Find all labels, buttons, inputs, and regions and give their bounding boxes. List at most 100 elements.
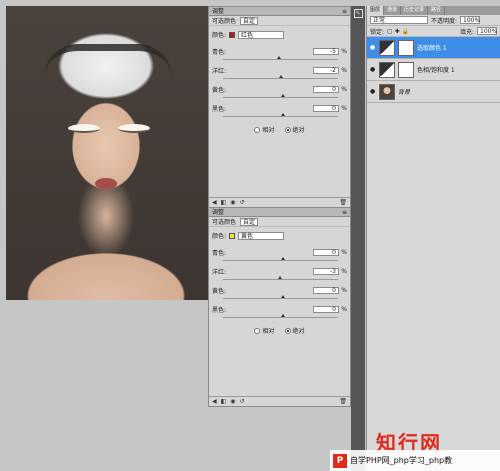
brush-icon[interactable]: ✎ xyxy=(353,9,363,18)
eye-icon[interactable]: ● xyxy=(370,44,376,51)
layer-mask-thumbnail[interactable] xyxy=(398,39,414,56)
slider-knob[interactable] xyxy=(280,314,285,317)
trash-icon[interactable]: 🗑 xyxy=(339,398,347,405)
slider-track[interactable] xyxy=(223,295,338,299)
back-icon[interactable]: ◀ xyxy=(212,199,217,206)
fill-input[interactable]: 100% xyxy=(477,27,497,35)
radio-dot xyxy=(254,327,261,334)
percent-unit: % xyxy=(341,286,347,294)
slider-value-input[interactable]: -2 xyxy=(313,66,339,74)
layer-row[interactable]: ● 色相/饱和度 1 xyxy=(367,59,500,81)
layer-row[interactable]: ● 背景 xyxy=(367,81,500,103)
slider-knob[interactable] xyxy=(280,113,285,116)
eye-icon[interactable]: ● xyxy=(370,88,376,95)
layer-thumbnail[interactable] xyxy=(379,39,395,56)
clip-icon[interactable]: ◧ xyxy=(221,199,227,206)
layers-panel: 图层 通道 历史记录 路径 正常 不透明度: 100% 锁定: ▢ ✚ 🔒 填充: 1… xyxy=(366,6,500,471)
radio-dot xyxy=(284,126,291,133)
slider-group: 青色: 0% 洋红: -3% 黄色: 0% 黑色: 0% xyxy=(209,247,350,318)
slider-value-input[interactable]: -5 xyxy=(313,47,339,55)
visibility-icon[interactable]: ◉ xyxy=(230,199,235,206)
layer-thumbnail[interactable] xyxy=(379,83,395,100)
slider-knob[interactable] xyxy=(280,257,285,260)
watermark-logo: P xyxy=(333,453,347,468)
tab-3[interactable]: 路径 xyxy=(428,6,446,15)
percent-unit: % xyxy=(341,47,347,55)
slider-row: 青色: 0% xyxy=(209,247,350,257)
opacity-input[interactable]: 100% xyxy=(460,16,480,24)
slider-track[interactable] xyxy=(223,56,338,60)
slider-label: 黑色: xyxy=(212,105,227,113)
slider-value-input[interactable]: 0 xyxy=(313,104,339,112)
slider-track[interactable] xyxy=(223,314,338,318)
slider-label: 青色: xyxy=(212,249,227,257)
slider-value-input[interactable]: 0 xyxy=(313,85,339,93)
preset-select[interactable]: 自定 xyxy=(240,217,259,226)
slider-row: 青色: -5% xyxy=(209,46,350,56)
slider-knob[interactable] xyxy=(277,56,282,59)
panel-footer: ◀ ◧ ◉ ↺ 🗑 xyxy=(209,396,350,406)
slider-value-input[interactable]: 0 xyxy=(313,286,339,294)
panel-title: 调整 xyxy=(212,209,225,216)
slider-track[interactable] xyxy=(223,113,338,117)
layer-row[interactable]: ● 选取颜色 1 xyxy=(367,37,500,59)
panel-menu-icon[interactable]: ≡ xyxy=(342,208,347,216)
slider-label: 黄色: xyxy=(212,86,227,94)
slider-label: 黑色: xyxy=(212,306,227,314)
left-eye xyxy=(68,124,100,133)
clip-icon[interactable]: ◧ xyxy=(221,398,227,405)
eye-icon[interactable]: ● xyxy=(370,66,376,73)
radio-relative[interactable]: 相对 xyxy=(254,326,275,335)
panel-footer: ◀ ◧ ◉ ↺ 🗑 xyxy=(209,197,350,207)
adjustments-panel-red: 调整 ≡ 可选颜色 自定 颜色: 红色 青色: -5% 洋红: -2% 黄色: 0% 黑色:… xyxy=(208,6,351,208)
slider-track[interactable] xyxy=(223,75,338,79)
layer-list: ● 选取颜色 1 ● 色相/饱和度 1 ● 背景 xyxy=(367,37,500,103)
percent-unit: % xyxy=(341,85,347,93)
slider-value-input[interactable]: 0 xyxy=(313,305,339,313)
opacity-label: 不透明度: xyxy=(431,17,458,25)
percent-unit: % xyxy=(341,248,347,256)
tab-0[interactable]: 图层 xyxy=(367,6,385,15)
layer-mask-thumbnail[interactable] xyxy=(398,61,414,78)
percent-unit: % xyxy=(341,66,347,74)
layer-name: 选取颜色 1 xyxy=(417,45,447,52)
panel-menu-icon[interactable]: ≡ xyxy=(342,7,347,15)
radio-absolute[interactable]: 绝对 xyxy=(284,125,305,134)
tab-2[interactable]: 历史记录 xyxy=(401,6,429,15)
lock-icons[interactable]: ▢ ✚ 🔒 xyxy=(387,28,409,35)
radio-relative[interactable]: 相对 xyxy=(254,125,275,134)
radio-absolute[interactable]: 绝对 xyxy=(284,326,305,335)
slider-row: 黄色: 0% xyxy=(209,285,350,295)
layer-thumbnail[interactable] xyxy=(379,61,395,78)
radio-dot xyxy=(284,327,291,334)
color-select[interactable]: 红色 xyxy=(238,30,285,39)
slider-knob[interactable] xyxy=(279,75,284,78)
slider-knob[interactable] xyxy=(280,94,285,97)
reset-icon[interactable]: ↺ xyxy=(240,199,245,206)
visibility-icon[interactable]: ◉ xyxy=(230,398,235,405)
adjustments-panel-yellow: 调整 ≡ 可选颜色 自定 颜色: 黄色 青色: 0% 洋红: -3% 黄色: 0% 黑色: 0… xyxy=(208,207,351,407)
layers-tabs: 图层 通道 历史记录 路径 xyxy=(367,6,500,15)
slider-track[interactable] xyxy=(223,276,338,280)
slider-knob[interactable] xyxy=(278,276,283,279)
tab-1[interactable]: 通道 xyxy=(384,6,402,15)
mouth xyxy=(95,178,117,189)
right-eye xyxy=(118,124,150,133)
back-icon[interactable]: ◀ xyxy=(212,398,217,405)
panel-dock-strip: ✎ xyxy=(351,6,365,471)
slider-value-input[interactable]: 0 xyxy=(313,248,339,256)
slider-row: 洋红: -3% xyxy=(209,266,350,276)
trash-icon[interactable]: 🗑 xyxy=(339,199,347,206)
blend-mode-select[interactable]: 正常 xyxy=(370,16,428,24)
color-select[interactable]: 黄色 xyxy=(238,231,285,240)
reset-icon[interactable]: ↺ xyxy=(240,398,245,405)
slider-label: 黄色: xyxy=(212,287,227,295)
slider-track[interactable] xyxy=(223,257,338,261)
slider-value-input[interactable]: -3 xyxy=(313,267,339,275)
slider-track[interactable] xyxy=(223,94,338,98)
watermark-bar: P 自学PHP网_php学习_php教 xyxy=(330,450,500,471)
slider-group: 青色: -5% 洋红: -2% 黄色: 0% 黑色: 0% xyxy=(209,46,350,117)
slider-knob[interactable] xyxy=(280,295,285,298)
percent-unit: % xyxy=(341,267,347,275)
preset-select[interactable]: 自定 xyxy=(240,16,259,25)
